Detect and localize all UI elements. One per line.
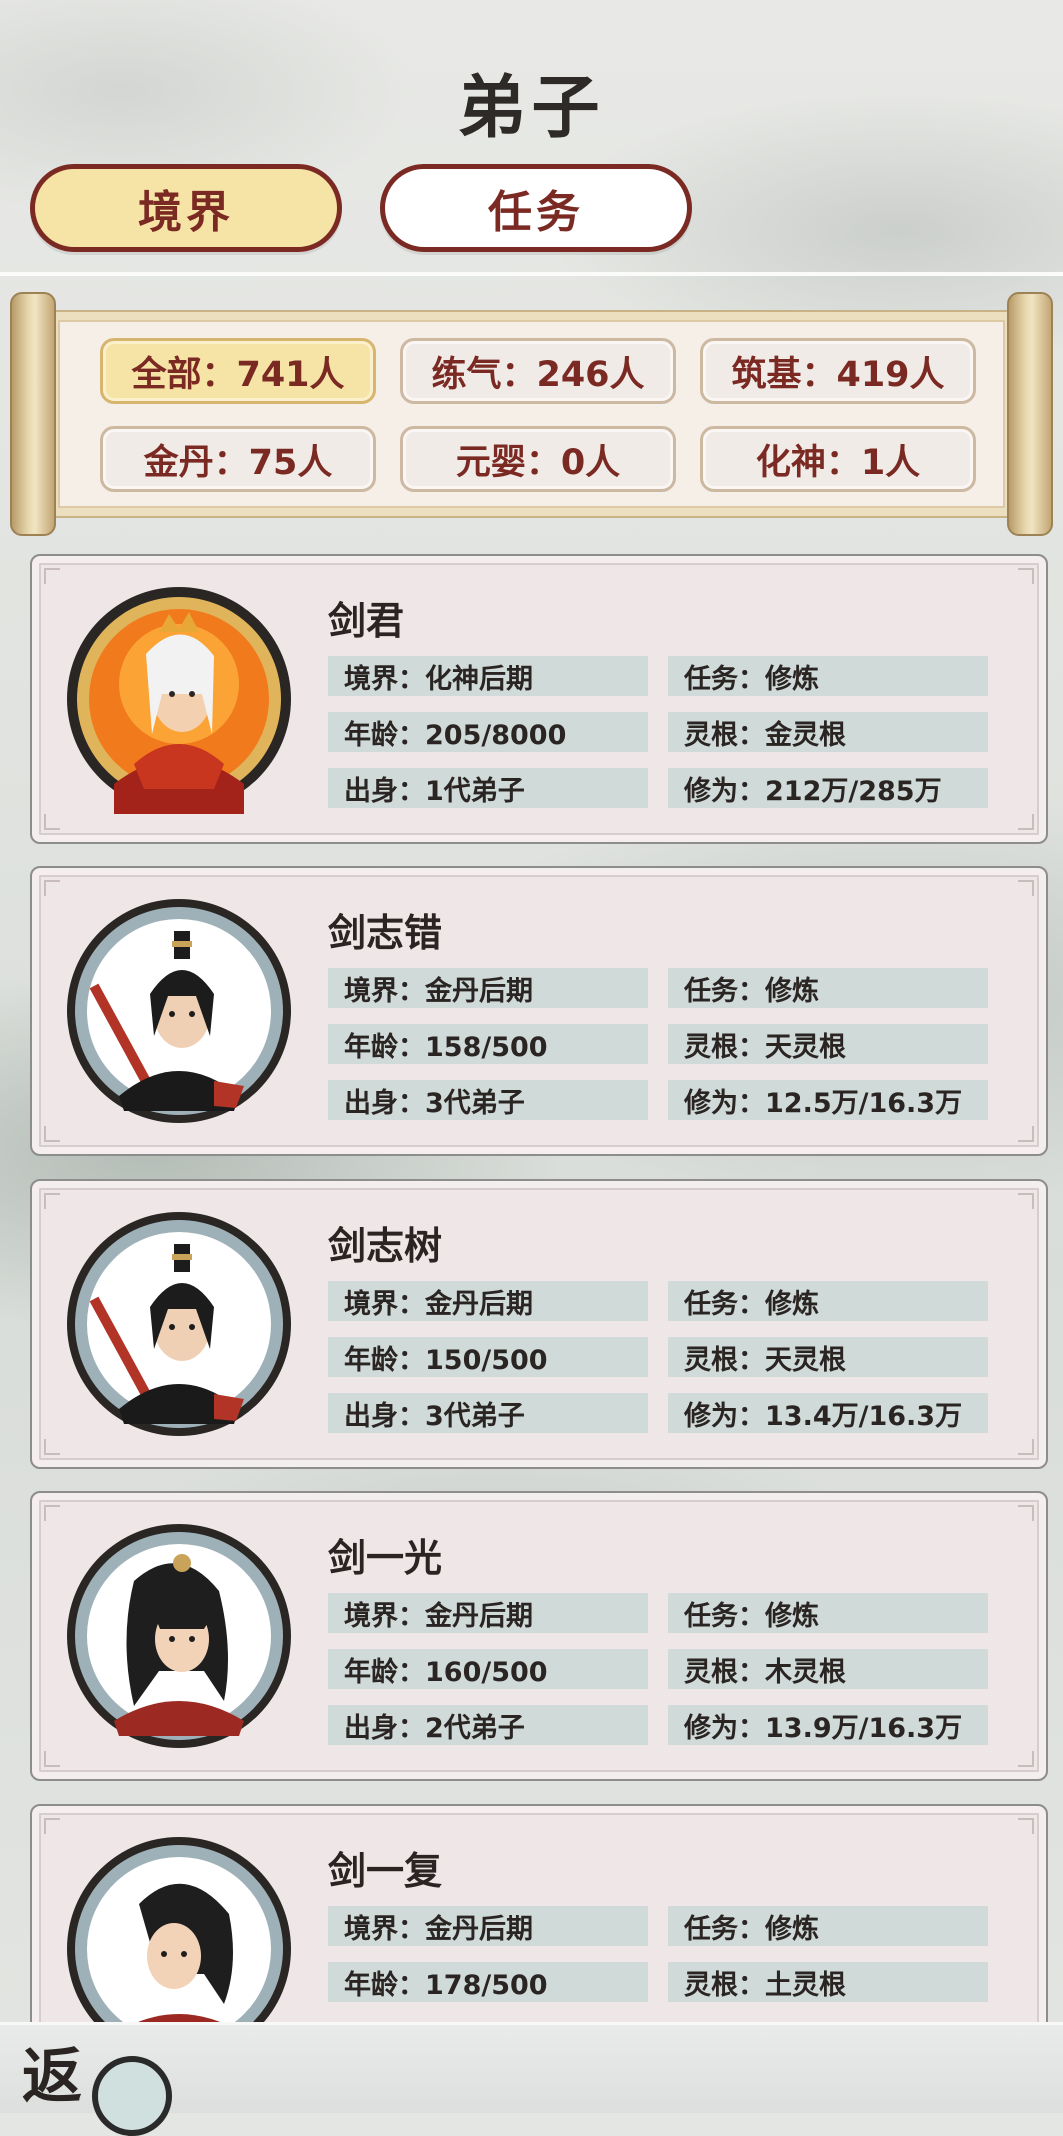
cultivation-field: 修为：12.5万/16.3万: [668, 1080, 988, 1120]
age-field: 年龄：160/500: [328, 1649, 648, 1689]
tab-task[interactable]: 任务: [380, 164, 692, 252]
realm-field: 境界：金丹后期: [328, 1593, 648, 1633]
back-label: 返: [22, 2044, 82, 2110]
page-title: 弟子: [457, 69, 606, 148]
spirit-root-field: 灵根：天灵根: [668, 1024, 988, 1064]
task-field: 任务：修炼: [668, 1281, 988, 1321]
disciple-name: 剑志树: [328, 1224, 443, 1268]
disciple-card[interactable]: 剑君 境界：化神后期 任务：修炼 年龄：205/8000 灵根：金灵根 出身：1…: [30, 554, 1048, 844]
realm-field: 境界：金丹后期: [328, 1281, 648, 1321]
swordsman-portrait-icon: [64, 1209, 294, 1439]
origin-field: 出身：3代弟子: [328, 1393, 648, 1433]
filter-all[interactable]: 全部：741人: [100, 338, 376, 404]
filter-zhuji[interactable]: 筑基：419人: [700, 338, 976, 404]
disciple-name: 剑一光: [328, 1536, 443, 1580]
female-cultivator-portrait-icon: [64, 1521, 294, 1751]
disciple-name: 剑君: [328, 599, 405, 643]
task-field: 任务：修炼: [668, 1593, 988, 1633]
realm-field: 境界：化神后期: [328, 656, 648, 696]
filter-jindan[interactable]: 金丹：75人: [100, 426, 376, 492]
disciple-card[interactable]: 剑志树 境界：金丹后期 任务：修炼 年龄：150/500 灵根：天灵根 出身：3…: [30, 1179, 1048, 1469]
realm-field: 境界：金丹后期: [328, 1906, 648, 1946]
cultivation-field: 修为：13.9万/16.3万: [668, 1705, 988, 1745]
task-field: 任务：修炼: [668, 968, 988, 1008]
filter-huashen[interactable]: 化神：1人: [700, 426, 976, 492]
age-field: 年龄：205/8000: [328, 712, 648, 752]
spirit-root-field: 灵根：天灵根: [668, 1337, 988, 1377]
realm-field: 境界：金丹后期: [328, 968, 648, 1008]
scroll-roll-left: [10, 292, 56, 536]
tab-realm[interactable]: 境界: [30, 164, 342, 252]
stats-scroll-panel: 全部：741人 练气：246人 筑基：419人 金丹：75人 元婴：0人 化神：…: [10, 292, 1053, 536]
disciple-name: 剑一复: [328, 1849, 443, 1893]
age-field: 年龄：158/500: [328, 1024, 648, 1064]
spirit-root-field: 灵根：土灵根: [668, 1962, 988, 2002]
cultivation-field: 修为：212万/285万: [668, 768, 988, 808]
origin-field: 出身：3代弟子: [328, 1080, 648, 1120]
swordsman-portrait-icon: [64, 896, 294, 1126]
back-button[interactable]: 返: [22, 2044, 102, 2110]
origin-field: 出身：1代弟子: [328, 768, 648, 808]
spirit-root-field: 灵根：金灵根: [668, 712, 988, 752]
filter-lianqi[interactable]: 练气：246人: [400, 338, 676, 404]
disciple-name: 剑志错: [328, 911, 443, 955]
task-field: 任务：修炼: [668, 656, 988, 696]
filter-yuanying[interactable]: 元婴：0人: [400, 426, 676, 492]
fire-sovereign-portrait-icon: [64, 584, 294, 814]
scroll-roll-right: [1007, 292, 1053, 536]
cultivation-field: 修为：13.4万/16.3万: [668, 1393, 988, 1433]
header-divider: [0, 272, 1063, 276]
age-field: 年龄：178/500: [328, 1962, 648, 2002]
origin-field: 出身：2代弟子: [328, 1705, 648, 1745]
disciple-card[interactable]: 剑一光 境界：金丹后期 任务：修炼 年龄：160/500 灵根：木灵根 出身：2…: [30, 1491, 1048, 1781]
age-field: 年龄：150/500: [328, 1337, 648, 1377]
task-field: 任务：修炼: [668, 1906, 988, 1946]
back-emblem-icon[interactable]: [92, 2056, 172, 2136]
disciple-card[interactable]: 剑志错 境界：金丹后期 任务：修炼 年龄：158/500 灵根：天灵根 出身：3…: [30, 866, 1048, 1156]
spirit-root-field: 灵根：木灵根: [668, 1649, 988, 1689]
